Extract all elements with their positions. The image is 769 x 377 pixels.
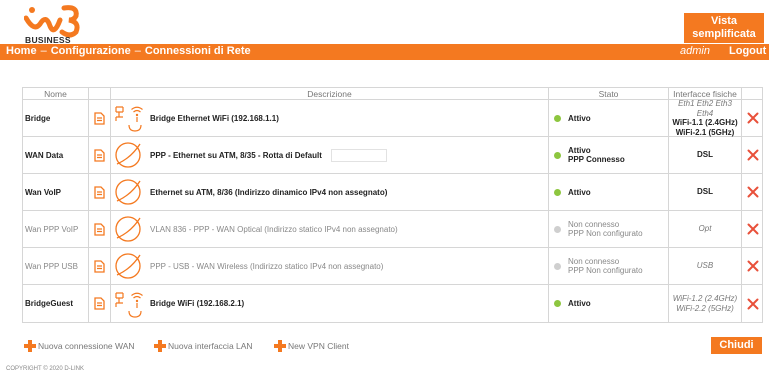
bridge-wifi-icon	[115, 291, 143, 318]
row-state: Attivo	[568, 146, 591, 155]
edit-document-icon[interactable]	[94, 297, 105, 310]
edit-document-icon[interactable]	[94, 259, 105, 273]
delete-x-icon[interactable]	[747, 298, 759, 310]
connections-table: Nome Descrizione Stato Interfacce fisich…	[22, 87, 763, 323]
vista-label-line1: Vista	[710, 15, 738, 27]
breadcrumb-separator: –	[40, 45, 47, 57]
row-name: Wan PPP VoIP	[23, 211, 89, 247]
row-state: Non connesso	[568, 257, 620, 266]
globe-icon	[115, 179, 141, 205]
edit-document-icon[interactable]	[94, 111, 105, 125]
delete-x-icon[interactable]	[747, 149, 759, 161]
row-state: Non connesso	[568, 220, 620, 229]
row-phys-line1: DSL	[697, 150, 713, 160]
row-state: Attivo	[568, 299, 591, 308]
new-vpn-label: New VPN Client	[288, 341, 349, 351]
row-description: Bridge Ethernet WiFi (192.168.1.1)	[150, 113, 279, 123]
breadcrumb-current: Connessioni di Rete	[144, 45, 251, 57]
row-phys-line2: WiFi-2.2 (5GHz)	[676, 303, 734, 313]
row-name: Bridge	[23, 100, 89, 136]
row-description: PPP - USB - WAN Wireless (Indirizzo stat…	[150, 261, 384, 271]
breadcrumb-home[interactable]: Home	[6, 45, 37, 57]
vista-label-line2: semplificata	[692, 28, 756, 40]
row-state-detail: PPP Non configurato	[568, 266, 643, 275]
plus-icon	[274, 340, 286, 352]
row-phys-line1: WiFi-1.2 (2.4GHz)	[672, 294, 738, 303]
table-row: Wan PPP VoIP VLAN 836 - PPP - WAN Optica…	[23, 211, 762, 248]
table-row: Bridge Bridge Ethernet WiFi (192.168.1.1…	[23, 99, 762, 137]
col-nome: Nome	[23, 88, 89, 100]
row-state-detail: PPP Connesso	[568, 155, 625, 164]
nuova-connessione-wan-button[interactable]: Nuova connessione WAN	[24, 340, 135, 352]
row-name: Wan VoIP	[23, 174, 89, 210]
nav-bar: Home – Configurazione – Connessioni di Rete …	[0, 44, 769, 60]
table-row: Wan VoIP Ethernet su ATM, 8/36 (Indirizz…	[23, 174, 762, 211]
row-description: Bridge WiFi (192.168.2.1)	[150, 299, 245, 308]
row-description: VLAN 836 - PPP - WAN Optical (Indirizzo …	[150, 224, 398, 234]
edit-document-icon[interactable]	[94, 222, 105, 236]
row-description: PPP - Ethernet su ATM, 8/35 - Rotta di D…	[150, 150, 322, 160]
globe-icon	[115, 216, 141, 242]
col-descrizione: Descrizione	[111, 88, 549, 100]
breadcrumb-configurazione[interactable]: Configurazione	[51, 45, 131, 57]
edit-document-icon[interactable]	[94, 148, 105, 162]
delete-x-icon[interactable]	[747, 112, 759, 124]
table-row: WAN Data PPP - Ethernet su ATM, 8/35 - R…	[23, 137, 762, 174]
row-phys-line2: WiFi-1.1 (2.4GHz)	[672, 118, 738, 127]
col-stato: Stato	[549, 88, 669, 100]
copyright-text: COPYRIGHT © 2020 D-LINK	[6, 366, 84, 372]
globe-icon	[115, 142, 141, 168]
breadcrumb-separator: –	[134, 45, 141, 57]
nuova-wan-label: Nuova connessione WAN	[38, 341, 135, 351]
status-dot-inactive	[554, 262, 561, 270]
nuova-interfaccia-lan-button[interactable]: Nuova interfaccia LAN	[154, 340, 253, 352]
row-phys-line1: USB	[696, 261, 714, 271]
plus-icon	[24, 340, 36, 352]
row-name: Wan PPP USB	[23, 248, 89, 284]
breadcrumb: Home – Configurazione – Connessioni di Rete	[6, 45, 251, 57]
status-dot-active	[554, 151, 561, 159]
status-dot-inactive	[554, 225, 561, 233]
description-input[interactable]	[330, 148, 387, 162]
new-vpn-client-button[interactable]: New VPN Client	[274, 340, 349, 352]
delete-x-icon[interactable]	[747, 186, 759, 198]
bridge-wifi-icon	[115, 106, 143, 132]
status-dot-active	[554, 300, 561, 307]
row-state-detail: PPP Non configurato	[568, 229, 643, 238]
delete-x-icon[interactable]	[747, 223, 759, 235]
row-description: Ethernet su ATM, 8/36 (Indirizzo dinamic…	[150, 187, 388, 197]
col-delete	[742, 88, 763, 100]
row-phys-line1: DSL	[697, 187, 713, 197]
logout-link[interactable]: Logout	[729, 45, 766, 57]
col-edit	[89, 88, 111, 100]
delete-x-icon[interactable]	[747, 260, 759, 272]
current-user: admin	[680, 45, 710, 57]
vista-semplificata-button[interactable]: Vista semplificata	[684, 13, 764, 43]
table-row: Wan PPP USB PPP - USB - WAN Wireless (In…	[23, 248, 762, 285]
table-row: BridgeGuest Bridge WiFi (192.168.2.1) At…	[23, 285, 762, 323]
nuova-lan-label: Nuova interfaccia LAN	[168, 341, 253, 351]
status-dot-active	[554, 114, 561, 122]
row-phys-line1: Eth1 Eth2 Eth3 Eth4	[678, 99, 732, 118]
row-name: BridgeGuest	[23, 285, 89, 322]
row-phys-line1: Opt	[698, 224, 712, 234]
edit-document-icon[interactable]	[94, 185, 105, 199]
chiudi-button[interactable]: Chiudi	[711, 337, 762, 354]
status-dot-active	[554, 188, 561, 196]
table-header: Nome Descrizione Stato Interfacce fisich…	[23, 88, 762, 100]
plus-icon	[154, 340, 166, 352]
row-state: Attivo	[568, 113, 591, 123]
globe-icon	[115, 253, 141, 279]
row-name: WAN Data	[23, 137, 89, 173]
row-phys-line3: WiFi-2.1 (5GHz)	[675, 127, 735, 137]
header: BUSINESS Vista semplificata	[0, 0, 769, 45]
row-state: Attivo	[568, 187, 591, 197]
